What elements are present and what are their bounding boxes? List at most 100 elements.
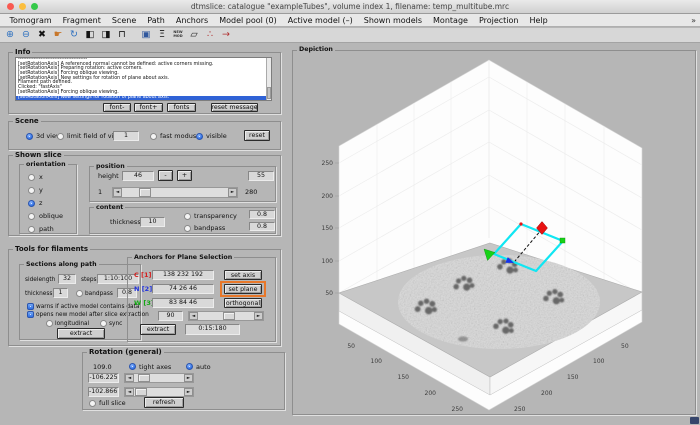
position-slider-left-arrow[interactable]: ◄ <box>113 188 122 197</box>
refresh-button[interactable]: refresh <box>144 397 184 408</box>
anchors-extract-button[interactable]: extract <box>140 324 176 335</box>
angle-slider-right-arrow[interactable]: ► <box>254 312 263 320</box>
menu-help[interactable]: Help <box>524 16 553 25</box>
sections-bandpass-radio[interactable] <box>76 290 83 297</box>
fov-field[interactable]: 1 <box>113 131 139 141</box>
height-minus-button[interactable]: - <box>158 170 173 181</box>
spool-icon[interactable]: Ξ <box>156 29 168 41</box>
anchor-n-field[interactable]: 74 26 46 <box>152 284 214 294</box>
menu-anchors[interactable]: Anchors <box>170 16 213 25</box>
menu-scene[interactable]: Scene <box>106 16 141 25</box>
zoom-in-icon[interactable]: ⊕ <box>4 29 16 41</box>
depiction-3d-view[interactable]: 250 200 150 100 50 50 100 150 200 250 50… <box>293 51 695 413</box>
hand-icon[interactable]: ☛ <box>52 29 64 41</box>
menu-tomogram[interactable]: Tomogram <box>4 16 57 25</box>
content-bandpass-field[interactable]: 0.8 <box>249 222 275 231</box>
menu-projection[interactable]: Projection <box>473 16 524 25</box>
rotation-slider1-left-arrow[interactable]: ◄ <box>125 374 134 382</box>
orientation-y-radio[interactable] <box>28 187 35 194</box>
anchor-n-label: N [2] <box>134 286 152 293</box>
font-plus-button[interactable]: font+ <box>134 103 163 112</box>
rotation-slider1-thumb[interactable] <box>138 374 150 382</box>
height-plus-button[interactable]: + <box>177 170 192 181</box>
auto-radio[interactable] <box>186 363 193 370</box>
anchor-w-field[interactable]: 83 84 46 <box>152 298 214 308</box>
range-field[interactable]: 0:15:180 <box>185 324 240 335</box>
menu-fragment[interactable]: Fragment <box>57 16 106 25</box>
sections-thickness-field[interactable]: 1 <box>53 288 68 298</box>
angle-slider-thumb[interactable] <box>223 312 235 320</box>
3d-view-radio[interactable] <box>26 133 33 140</box>
full-slice-radio[interactable] <box>89 400 96 407</box>
content-bandpass-radio[interactable] <box>184 225 191 232</box>
sidelength-field[interactable]: 32 <box>58 274 76 284</box>
reset-message-button[interactable]: reset message <box>211 103 258 112</box>
position-slider-thumb[interactable] <box>139 188 151 197</box>
sync-radio[interactable] <box>100 320 107 327</box>
open-new-checkbox[interactable] <box>27 311 34 318</box>
info-line-selected[interactable]: [setRotationAxis] New settings for rotat… <box>16 96 271 101</box>
orthogonal-button[interactable]: orthogonal <box>224 298 262 308</box>
menu-montage[interactable]: Montage <box>428 16 474 25</box>
new-model-icon[interactable]: NEW MOD <box>172 29 184 41</box>
visible-radio[interactable] <box>196 133 203 140</box>
longitudinal-radio[interactable] <box>46 320 53 327</box>
rotation-slider2-left-arrow[interactable]: ◄ <box>125 388 134 396</box>
export-icon[interactable]: → <box>220 29 232 41</box>
position-slider[interactable]: ◄ ► <box>112 187 238 198</box>
orientation-x-radio[interactable] <box>28 174 35 181</box>
fast-modus-radio[interactable] <box>150 133 157 140</box>
sections-extract-button[interactable]: extract <box>57 328 105 339</box>
menu-active-model[interactable]: Active model (–) <box>282 16 358 25</box>
tight-axes-radio[interactable] <box>129 363 136 370</box>
intensity-profile-icon[interactable]: ⊓ <box>116 29 128 41</box>
transparency-field[interactable]: 0.8 <box>249 210 275 219</box>
orientation-path-radio[interactable] <box>28 226 35 233</box>
corner-anchor-dot[interactable] <box>519 222 522 225</box>
set-axis-button[interactable]: set axis <box>224 270 262 280</box>
scene-reset-button[interactable]: reset <box>244 130 270 141</box>
menu-path[interactable]: Path <box>142 16 171 25</box>
angle-slider[interactable]: ◄ ► <box>188 311 264 321</box>
position-right-field[interactable]: 55 <box>248 171 274 181</box>
warn-checkbox[interactable] <box>27 303 34 310</box>
rotation-slider-1[interactable]: ◄ ► <box>124 373 194 383</box>
contrast-dark-icon[interactable]: ◧ <box>84 29 96 41</box>
menu-overflow-icon[interactable]: » <box>691 16 700 25</box>
resize-grip[interactable] <box>690 417 699 424</box>
rotation-value2-field[interactable]: -102.8661 <box>88 387 119 397</box>
markers-icon[interactable]: ∴ <box>204 29 216 41</box>
rotation-slider-2[interactable]: ◄ ► <box>124 387 194 397</box>
pan-icon[interactable]: ✖ <box>36 29 48 41</box>
orientation-z-radio[interactable] <box>28 200 35 207</box>
warn-label: warns if active model contains data <box>36 304 139 311</box>
duplicate-icon[interactable]: ▱ <box>188 29 200 41</box>
position-slider-right-arrow[interactable]: ► <box>228 188 237 197</box>
contrast-light-icon[interactable]: ◨ <box>100 29 112 41</box>
orientation-oblique-radio[interactable] <box>28 213 35 220</box>
transparency-radio[interactable] <box>184 213 191 220</box>
font-minus-button[interactable]: font- <box>103 103 131 112</box>
rotation-slider1-right-arrow[interactable]: ► <box>184 374 193 382</box>
limit-fov-radio[interactable] <box>57 133 64 140</box>
zoom-out-icon[interactable]: ⊖ <box>20 29 32 41</box>
save-icon[interactable]: ▣ <box>140 29 152 41</box>
info-scrollbar[interactable] <box>266 58 271 100</box>
angle-slider-left-arrow[interactable]: ◄ <box>189 312 198 320</box>
angle-field[interactable]: 90 <box>158 311 183 321</box>
menu-shown-models[interactable]: Shown models <box>358 16 427 25</box>
info-scrollbar-thumb[interactable] <box>267 87 271 99</box>
rotation-slider2-thumb[interactable] <box>135 388 147 396</box>
height-field[interactable]: 46 <box>122 171 154 181</box>
thickness-field[interactable]: 10 <box>140 217 165 227</box>
rotation-value1-field[interactable]: -106.225 <box>88 373 119 383</box>
fonts-button[interactable]: fonts <box>167 103 196 112</box>
rotate-3d-icon[interactable]: ↻ <box>68 29 80 41</box>
anchor-c-field[interactable]: 138 232 192 <box>152 270 214 280</box>
set-plane-button[interactable]: set plane <box>224 284 262 294</box>
rotation-slider2-right-arrow[interactable]: ► <box>184 388 193 396</box>
info-listbox[interactable]: ----------------------------------------… <box>15 57 272 101</box>
menu-model-pool[interactable]: Model pool (0) <box>214 16 283 25</box>
rotation-title: Rotation (general) <box>87 348 164 356</box>
width-anchor-square[interactable] <box>560 238 565 243</box>
